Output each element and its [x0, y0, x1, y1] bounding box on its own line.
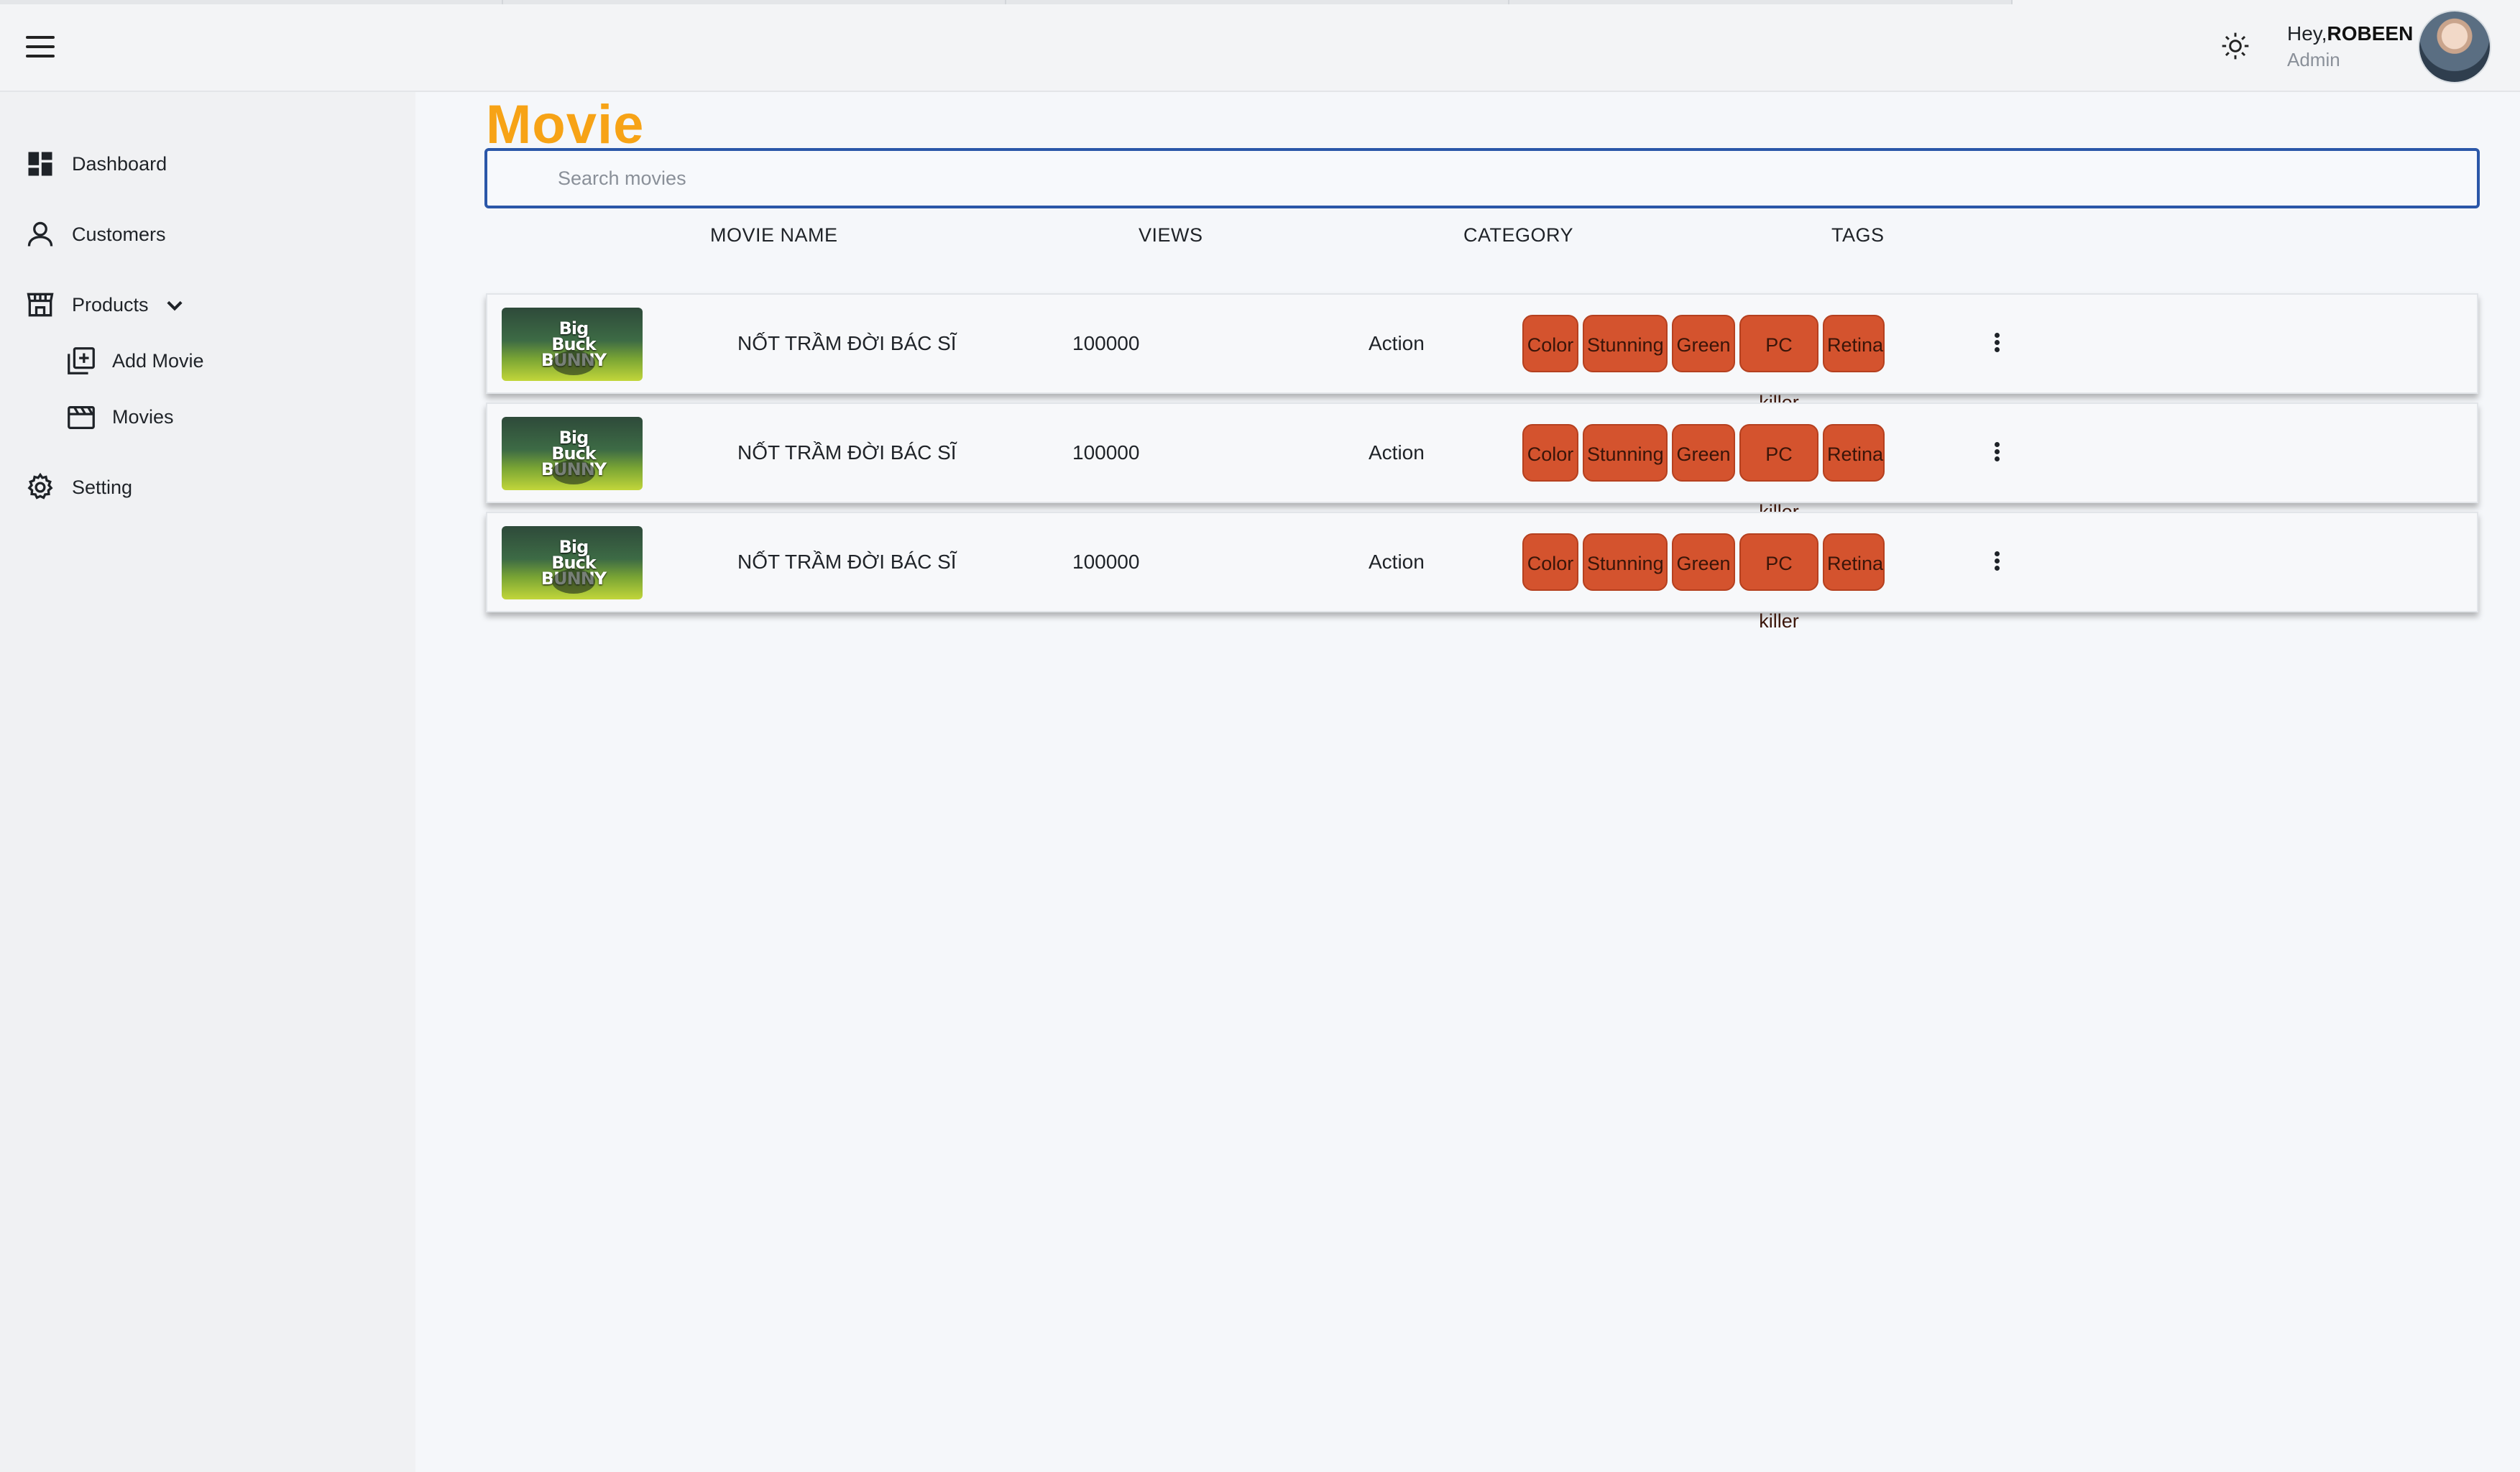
sidebar-item-add-movie[interactable]: Add Movie [65, 341, 204, 381]
sidebar-item-customers[interactable]: Customers [24, 214, 166, 254]
sidebar: Dashboard Customers Products Add Movie M… [0, 92, 415, 1472]
movie-views: 100000 [1072, 551, 1140, 573]
sidebar-item-label: Add Movie [112, 349, 204, 372]
tag-badge: Retina [1823, 424, 1885, 482]
hamburger-icon[interactable] [26, 36, 55, 58]
movie-views: 100000 [1072, 441, 1140, 464]
sidebar-item-label: Customers [72, 223, 166, 245]
top-bar: Hey,ROBEEN Admin [0, 0, 2520, 92]
tag-list: Color Stunning Green PC killer Retina [1522, 315, 1885, 413]
movie-thumbnail[interactable]: Big Buck BUNNY [502, 526, 643, 599]
tag-badge: Stunning [1583, 533, 1668, 591]
column-header-views: VIEWS [1139, 224, 1203, 246]
tag-list: Color Stunning Green PC killer Retina [1522, 424, 1885, 523]
tag-badge: Color [1522, 533, 1578, 591]
movie-category: Action [1369, 332, 1425, 354]
user-name: ROBEEN [2327, 22, 2414, 45]
sidebar-item-movies[interactable]: Movies [65, 397, 174, 437]
sun-icon[interactable] [2220, 30, 2251, 62]
clapperboard-icon [68, 405, 95, 429]
greeting: Hey,ROBEEN [2287, 22, 2413, 46]
movie-thumbnail[interactable]: Big Buck BUNNY [502, 417, 643, 490]
tag-badge: Stunning [1583, 315, 1668, 372]
search-input[interactable] [484, 148, 2480, 208]
tag-badge: Green [1672, 315, 1735, 372]
add-box-icon [68, 347, 95, 374]
tag-badge: Green [1672, 533, 1735, 591]
table-row[interactable]: Big Buck BUNNY NỐT TRẦM ĐỜI BÁC SĨ 10000… [486, 293, 2478, 413]
more-options-icon[interactable] [1987, 549, 2007, 578]
tag-badge: Retina [1823, 533, 1885, 591]
movie-name: NỐT TRẦM ĐỜI BÁC SĨ [737, 551, 957, 573]
table-row[interactable]: Big Buck BUNNY NỐT TRẦM ĐỜI BÁC SĨ 10000… [486, 512, 2478, 632]
avatar[interactable] [2419, 12, 2490, 82]
tag-badge: Green [1672, 424, 1735, 482]
sidebar-item-dashboard[interactable]: Dashboard [24, 144, 167, 184]
tag-badge: PC killer [1739, 424, 1818, 523]
gear-icon [27, 472, 53, 500]
sidebar-item-label: Dashboard [72, 152, 167, 175]
sidebar-item-label: Movies [112, 405, 174, 428]
chevron-down-icon [166, 300, 183, 311]
movie-name: NỐT TRẦM ĐỜI BÁC SĨ [737, 441, 957, 464]
movie-thumbnail[interactable]: Big Buck BUNNY [502, 308, 643, 381]
column-header-movie-name: MOVIE NAME [710, 224, 838, 246]
greeting-prefix: Hey, [2287, 22, 2327, 45]
user-icon [27, 221, 53, 247]
tag-badge: PC killer [1739, 315, 1818, 413]
movie-name: NỐT TRẦM ĐỜI BÁC SĨ [737, 332, 957, 354]
tag-badge: Retina [1823, 315, 1885, 372]
column-header-tags: TAGS [1831, 224, 1885, 246]
sidebar-item-label: Setting [72, 476, 133, 498]
column-header-category: CATEGORY [1463, 224, 1574, 246]
movie-views: 100000 [1072, 332, 1140, 354]
tag-badge: Color [1522, 424, 1578, 482]
more-options-icon[interactable] [1987, 331, 2007, 359]
browser-tab-strip [0, 0, 2520, 4]
tag-badge: Color [1522, 315, 1578, 372]
sidebar-item-products[interactable]: Products [24, 285, 190, 325]
store-icon [27, 293, 54, 317]
dashboard-icon [28, 152, 52, 176]
tag-badge: Stunning [1583, 424, 1668, 482]
user-role: Admin [2287, 49, 2340, 70]
sidebar-item-label: Products [72, 293, 149, 316]
movie-category: Action [1369, 551, 1425, 573]
table-row[interactable]: Big Buck BUNNY NỐT TRẦM ĐỜI BÁC SĨ 10000… [486, 402, 2478, 523]
tag-badge: PC killer [1739, 533, 1818, 632]
tag-list: Color Stunning Green PC killer Retina [1522, 533, 1885, 632]
movie-category: Action [1369, 441, 1425, 464]
more-options-icon[interactable] [1987, 440, 2007, 469]
sidebar-item-setting[interactable]: Setting [24, 467, 132, 507]
